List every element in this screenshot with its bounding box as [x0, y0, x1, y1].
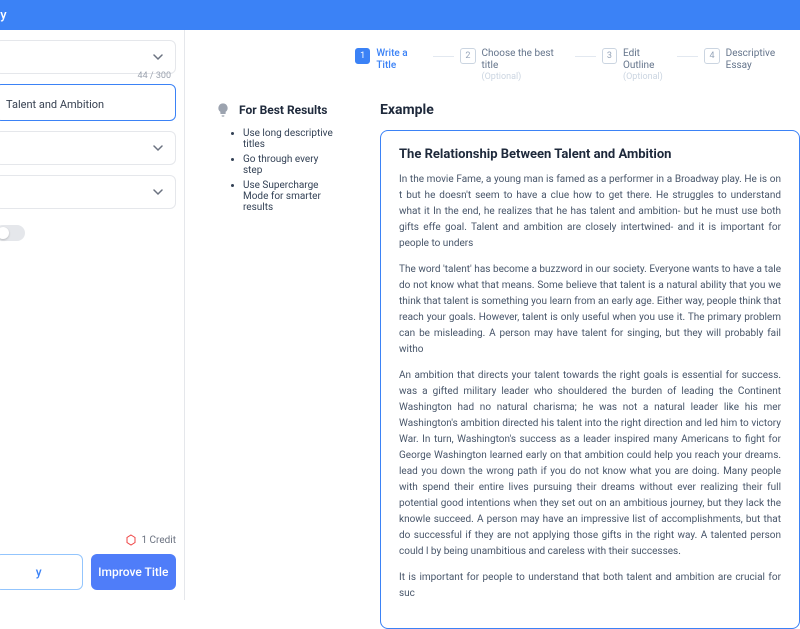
dropdown-3[interactable]: [0, 175, 176, 209]
tip-item: Use long descriptive titles: [243, 128, 340, 150]
chevron-down-icon: [153, 187, 163, 197]
top-bar: ssay: [0, 0, 800, 30]
credit-label: 1 Credit: [141, 535, 176, 546]
example-box: The Relationship Between Talent and Ambi…: [380, 130, 800, 629]
title-input-wrapper: 44 / 300: [0, 84, 176, 121]
tips-heading: For Best Results: [239, 103, 327, 117]
example-paragraph: An ambition that directs your talent tow…: [399, 368, 781, 560]
example-paragraph: It is important for people to understand…: [399, 570, 781, 602]
example-label: Example: [380, 102, 800, 118]
step-number: 2: [460, 48, 475, 64]
improve-title-button[interactable]: Improve Title: [91, 554, 177, 590]
stepper: 1Write a Title2Choose the best title(Opt…: [355, 48, 800, 82]
step-3[interactable]: 3 Edit Outline(Optional): [602, 48, 672, 82]
example-paragraph: In the movie Fame, a young man is famed …: [399, 172, 781, 252]
tips-list: Use long descriptive titles Go through ev…: [215, 128, 340, 213]
step-number: 3: [602, 48, 617, 64]
step-optional: (Optional): [623, 72, 671, 82]
step-2[interactable]: 2 Choose the best title(Optional): [460, 48, 568, 82]
step-divider: [433, 56, 454, 57]
dropdown-1[interactable]: [0, 40, 176, 74]
chevron-down-icon: [153, 143, 163, 153]
main-content: 1Write a Title2Choose the best title(Opt…: [185, 30, 800, 600]
toggle-row: [0, 225, 176, 241]
example-panel: Example The Relationship Between Talent …: [380, 102, 800, 629]
step-number: 4: [704, 48, 719, 64]
tips-panel: For Best Results Use long descriptive ti…: [215, 102, 340, 629]
credit-badge: 1 Credit: [0, 534, 176, 546]
step-label: Write a Title: [376, 48, 427, 72]
tip-item: Use Supercharge Mode for smarter results: [243, 180, 340, 213]
dropdown-2[interactable]: [0, 131, 176, 165]
example-title: The Relationship Between Talent and Ambi…: [399, 147, 781, 162]
step-divider: [575, 56, 596, 57]
app-title: ssay: [0, 8, 7, 23]
char-counter: 44 / 300: [138, 71, 171, 81]
supercharge-toggle[interactable]: [0, 225, 25, 241]
chevron-down-icon: [153, 52, 163, 62]
hexagon-icon: [125, 534, 137, 546]
step-1[interactable]: 1 Write a Title: [355, 48, 427, 72]
title-input[interactable]: [6, 98, 165, 111]
step-4[interactable]: 4 Descriptive Essay: [704, 48, 800, 72]
step-label: Descriptive Essay: [726, 48, 800, 72]
example-paragraph: The word 'talent' has become a buzzword …: [399, 262, 781, 358]
step-optional: (Optional): [482, 72, 569, 82]
secondary-button[interactable]: y: [0, 554, 83, 590]
sidebar: 44 / 300 1 Credit y Improve Title: [0, 30, 185, 600]
lightbulb-icon: [215, 102, 231, 118]
step-label: Choose the best title: [482, 48, 569, 72]
step-number: 1: [355, 48, 370, 64]
step-label: Edit Outline: [623, 48, 671, 72]
button-row: y Improve Title: [0, 554, 176, 590]
tip-item: Go through every step: [243, 154, 340, 176]
step-divider: [677, 56, 698, 57]
